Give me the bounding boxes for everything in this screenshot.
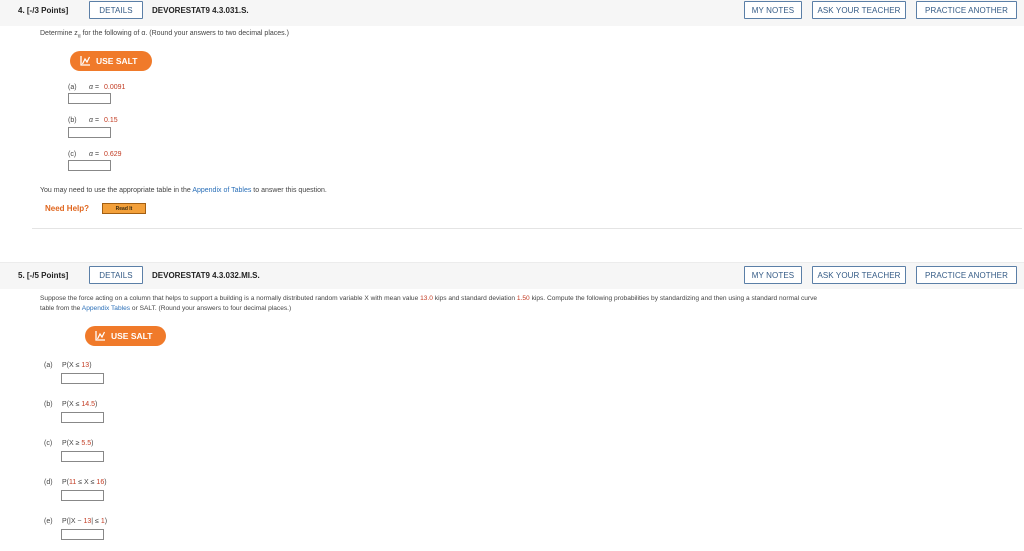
read-it-button[interactable]: Read It [102, 203, 146, 214]
question-5-use-salt-button[interactable]: USE SALT [85, 326, 166, 346]
question-4-details-button[interactable]: DETAILS [89, 1, 143, 19]
question-4-part-c-input[interactable] [68, 160, 111, 171]
question-4-part-a-input[interactable] [68, 93, 111, 104]
question-4-instructions: Determine zα for the following of α. (Ro… [40, 30, 289, 40]
chart-icon [95, 331, 106, 341]
appendix-tables-link[interactable]: Appendix Tables [82, 305, 130, 312]
question-4-points: 4. [-/3 Points] [18, 6, 69, 15]
question-5-problem-line-2: table from the Appendix Tables or SALT. … [40, 305, 292, 312]
question-5-my-notes-button[interactable]: MY NOTES [744, 266, 802, 284]
question-5-details-button[interactable]: DETAILS [89, 266, 143, 284]
need-help-label: Need Help? [45, 204, 90, 213]
appendix-of-tables-link[interactable]: Appendix of Tables [192, 187, 251, 194]
question-5-problem-line-1: Suppose the force acting on a column tha… [40, 295, 818, 302]
section-divider [32, 228, 1022, 229]
question-4-code: DEVORESTAT9 4.3.031.S. [152, 6, 249, 15]
question-5-part-e-input[interactable] [61, 529, 104, 540]
question-5-part-a-input[interactable] [61, 373, 104, 384]
question-5-part-c-input[interactable] [61, 451, 104, 462]
question-4-table-note: You may need to use the appropriate tabl… [40, 187, 327, 194]
question-5-code: DEVORESTAT9 4.3.032.MI.S. [152, 271, 260, 280]
question-5-points: 5. [-/5 Points] [18, 271, 69, 280]
question-4-ask-teacher-button[interactable]: ASK YOUR TEACHER [812, 1, 906, 19]
question-5-part-b-input[interactable] [61, 412, 104, 423]
question-5-part-d-input[interactable] [61, 490, 104, 501]
chart-icon [80, 56, 91, 66]
question-4-practice-another-button[interactable]: PRACTICE ANOTHER [916, 1, 1017, 19]
question-5-ask-teacher-button[interactable]: ASK YOUR TEACHER [812, 266, 906, 284]
question-5-practice-another-button[interactable]: PRACTICE ANOTHER [916, 266, 1017, 284]
question-4-part-b-input[interactable] [68, 127, 111, 138]
question-4-use-salt-button[interactable]: USE SALT [70, 51, 152, 71]
question-4-my-notes-button[interactable]: MY NOTES [744, 1, 802, 19]
